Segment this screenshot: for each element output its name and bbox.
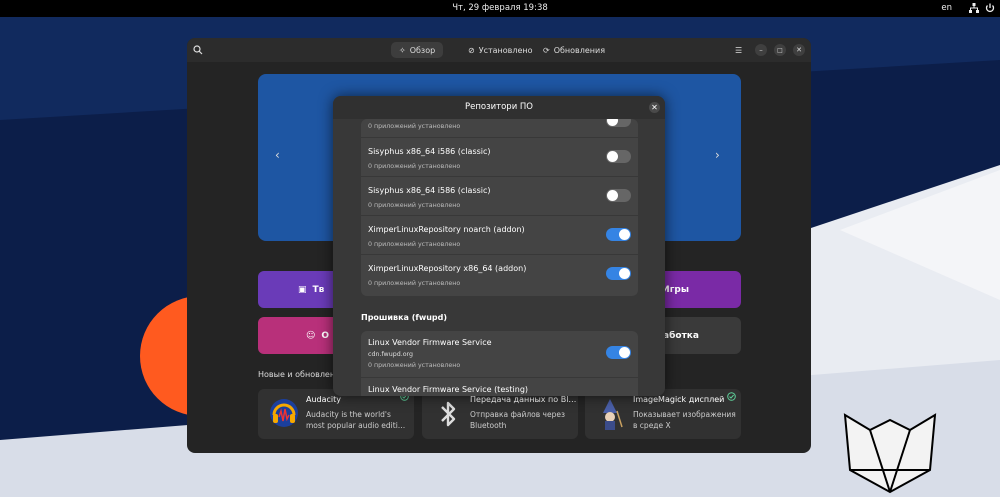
close-icon: ✕ xyxy=(651,103,658,112)
firmware-group-heading: Прошивка (fwupd) xyxy=(361,313,448,322)
repo-name: Sisyphus x86_64 i586 (classic) xyxy=(368,147,491,156)
repo-toggle[interactable] xyxy=(606,189,631,202)
refresh-icon: ⟳ xyxy=(543,45,550,55)
create-icon: ▣ xyxy=(298,284,307,295)
tab-updates[interactable]: ⟳ Обновления xyxy=(535,42,613,58)
dialog-header: Репозитори ПО ✕ xyxy=(333,96,665,119)
repo-row: 0 приложений установлено xyxy=(361,119,638,136)
minimize-button[interactable]: – xyxy=(755,44,767,56)
repositories-dialog: Репозитори ПО ✕ 0 приложений установлено… xyxy=(333,96,665,396)
audacity-icon xyxy=(270,399,298,427)
maximize-button[interactable]: □ xyxy=(774,44,786,56)
repo-toggle[interactable] xyxy=(606,267,631,280)
repo-app-count: 0 приложений установлено xyxy=(368,123,461,130)
section-heading: Новые и обновленн xyxy=(258,370,341,379)
installed-check-icon xyxy=(727,392,736,401)
repo-row: Linux Vendor Firmware Service (testing) xyxy=(361,377,638,396)
maximize-icon: □ xyxy=(777,46,783,54)
tab-explore[interactable]: ✧ Обзор xyxy=(391,42,444,58)
app-description: Audacity is the world's most popular aud… xyxy=(306,410,406,430)
firmware-list: Linux Vendor Firmware Service cdn.fwupd.… xyxy=(361,331,638,396)
repo-name: XimperLinuxRepository x86_64 (addon) xyxy=(368,264,527,273)
tab-installed[interactable]: ⊘ Установлено xyxy=(460,42,541,58)
keyboard-layout-indicator[interactable]: en xyxy=(941,3,952,13)
repo-name: Linux Vendor Firmware Service (testing) xyxy=(368,385,529,394)
repo-app-count: 0 приложений установлено xyxy=(368,163,461,170)
repo-row: XimperLinuxRepository x86_64 (addon) 0 п… xyxy=(361,254,638,294)
close-icon: ✕ xyxy=(796,46,802,54)
repo-row: Sisyphus x86_64 i586 (classic) 0 приложе… xyxy=(361,176,638,216)
repo-name: Sisyphus x86_64 i586 (classic) xyxy=(368,186,491,195)
dialog-title: Репозитори ПО xyxy=(464,102,533,112)
repo-app-count: 0 приложений установлено xyxy=(368,241,461,248)
search-icon xyxy=(193,45,203,55)
category-label: Игры xyxy=(662,284,689,295)
minimize-icon: – xyxy=(759,46,763,54)
search-button[interactable] xyxy=(193,42,203,58)
tab-label: Обновления xyxy=(553,45,606,55)
prev-arrow-icon[interactable]: ‹ xyxy=(275,148,280,162)
app-description: Показывает изображения в среде X xyxy=(633,410,736,430)
top-panel: Чт, 29 февраля 19:38 en xyxy=(0,0,1000,17)
app-title: ImageMagick дисплей xyxy=(633,395,725,404)
bluetooth-icon xyxy=(441,401,456,427)
power-icon[interactable] xyxy=(984,2,996,14)
repo-name: XimperLinuxRepository noarch (addon) xyxy=(368,225,525,234)
imagemagick-icon xyxy=(603,399,623,430)
explore-icon: ✧ xyxy=(399,45,406,55)
header-bar: ✧ Обзор ⊘ Установлено ⟳ Обновления ☰ – □… xyxy=(187,38,811,62)
repo-toggle[interactable] xyxy=(606,228,631,241)
repo-toggle[interactable] xyxy=(606,119,631,127)
repo-url: cdn.fwupd.org xyxy=(368,351,414,358)
category-label: Тв xyxy=(312,284,325,295)
app-card[interactable]: ImageMagick дисплей Показывает изображен… xyxy=(585,389,741,439)
repo-row: XimperLinuxRepository noarch (addon) 0 п… xyxy=(361,215,638,255)
network-icon[interactable] xyxy=(968,2,980,14)
hamburger-icon: ☰ xyxy=(735,45,743,55)
main-menu-button[interactable]: ☰ xyxy=(735,42,742,58)
repo-app-count: 0 приложений установлено xyxy=(368,202,461,209)
tab-label: Установлено xyxy=(478,45,533,55)
repo-toggle[interactable] xyxy=(606,150,631,163)
app-card[interactable]: Audacity Audacity is the world's most po… xyxy=(258,389,414,439)
next-arrow-icon[interactable]: › xyxy=(715,148,720,162)
app-title: Audacity xyxy=(306,395,342,404)
category-label: О xyxy=(321,330,330,341)
repo-name: Linux Vendor Firmware Service xyxy=(368,338,492,347)
repo-toggle[interactable] xyxy=(606,346,631,359)
app-card[interactable]: Передача данных по Bl… Отправка файлов ч… xyxy=(422,389,578,439)
tab-label: Обзор xyxy=(409,45,436,55)
clock[interactable]: Чт, 29 февраля 19:38 xyxy=(0,3,1000,13)
app-description: Отправка файлов через Bluetooth xyxy=(470,410,565,430)
dialog-close-button[interactable]: ✕ xyxy=(649,102,660,113)
app-title: Передача данных по Bl… xyxy=(470,395,577,404)
emoji-icon: ☺ xyxy=(306,330,316,341)
repo-row: Sisyphus x86_64 i586 (classic) 0 приложе… xyxy=(361,137,638,177)
close-button[interactable]: ✕ xyxy=(793,44,805,56)
repo-row: Linux Vendor Firmware Service cdn.fwupd.… xyxy=(361,331,638,376)
check-circle-icon: ⊘ xyxy=(468,45,475,55)
repo-list: 0 приложений установлено Sisyphus x86_64… xyxy=(361,119,638,296)
repo-app-count: 0 приложений установлено xyxy=(368,362,461,369)
repo-app-count: 0 приложений установлено xyxy=(368,280,461,287)
